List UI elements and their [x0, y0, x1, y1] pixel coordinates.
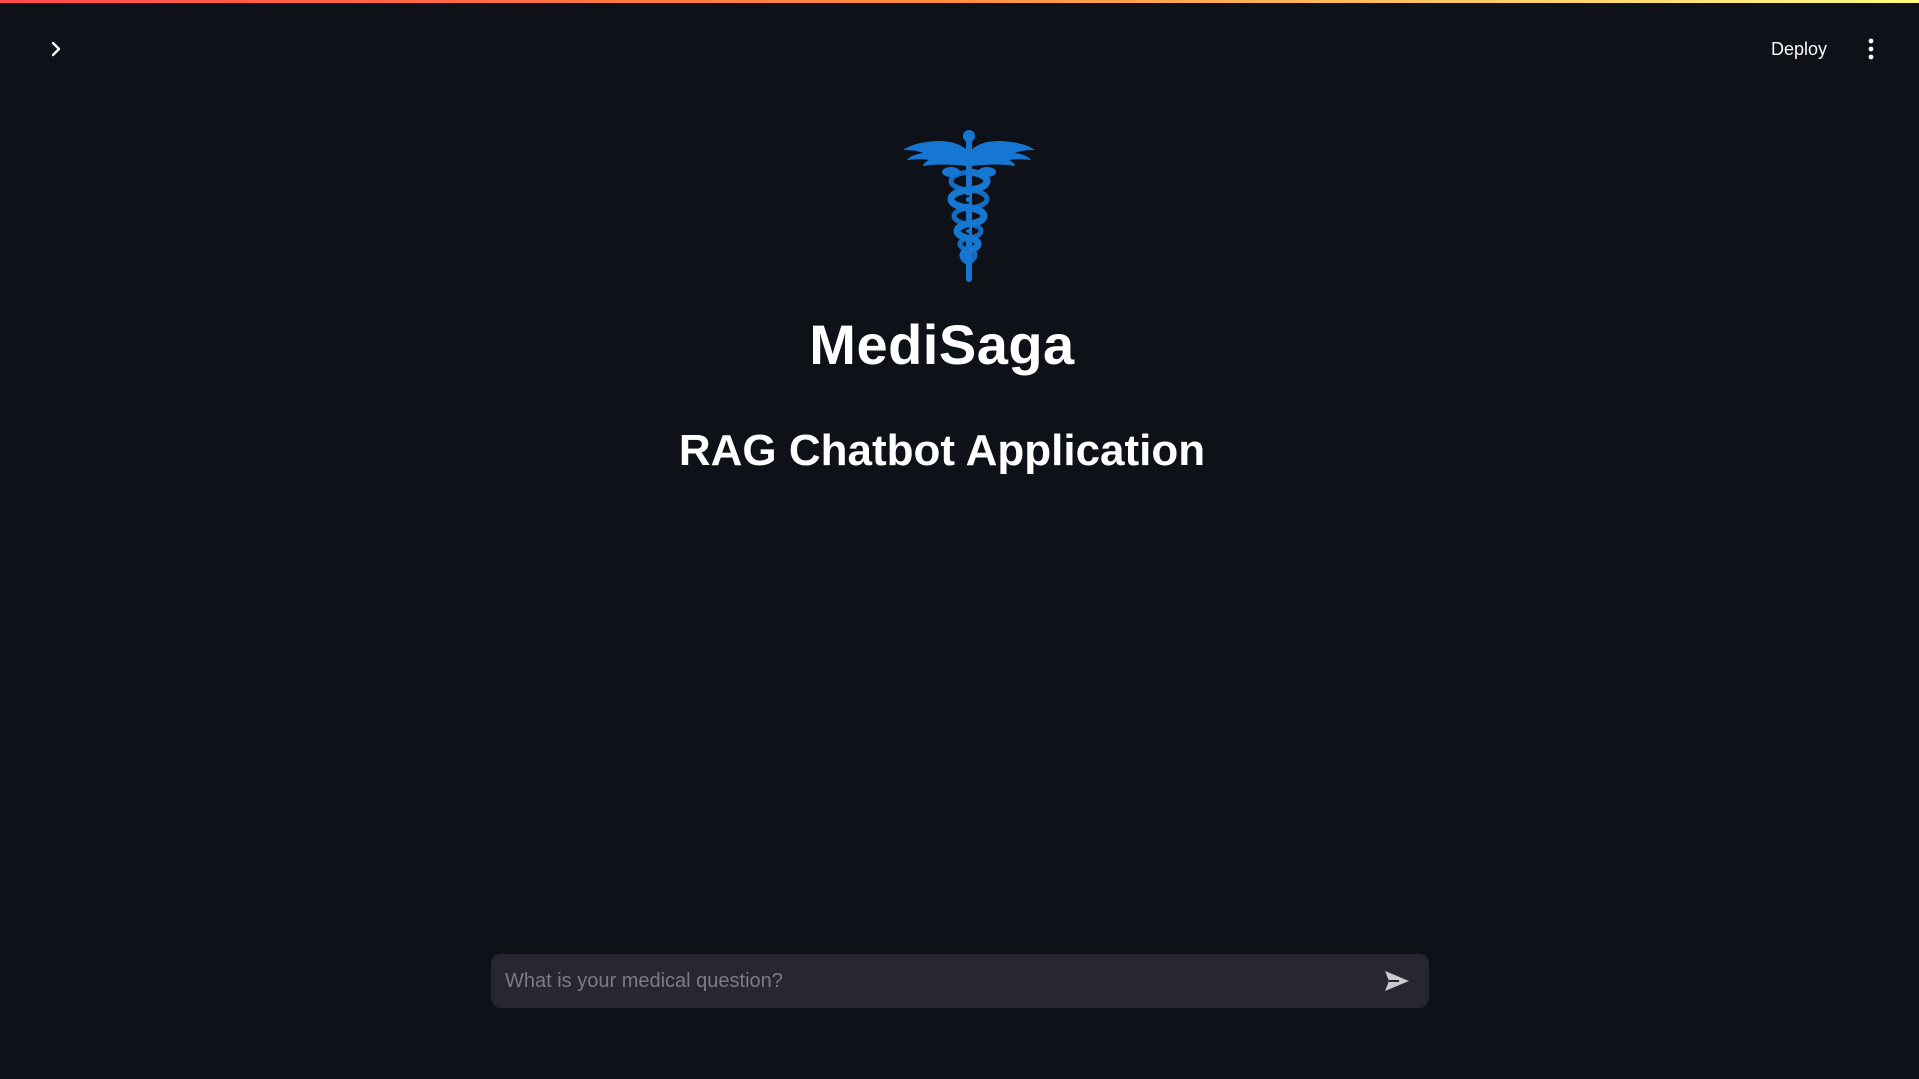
chat-input[interactable] — [503, 968, 1377, 994]
send-button[interactable] — [1377, 961, 1417, 1001]
chevron-right-icon — [51, 41, 61, 57]
page-title: MediSaga — [809, 313, 1075, 376]
page-subtitle: RAG Chatbot Application — [678, 426, 1206, 475]
deploy-button[interactable]: Deploy — [1765, 35, 1833, 64]
chat-input-container — [491, 954, 1429, 1008]
send-icon — [1385, 971, 1409, 991]
kebab-menu-icon — [1868, 38, 1874, 60]
app-header: Deploy — [0, 3, 1919, 93]
caduceus-icon — [902, 130, 1035, 282]
sidebar-toggle-button[interactable] — [40, 33, 72, 65]
header-actions: Deploy — [1765, 33, 1883, 65]
logo-container — [0, 128, 1919, 284]
main-menu-button[interactable] — [1859, 33, 1883, 65]
